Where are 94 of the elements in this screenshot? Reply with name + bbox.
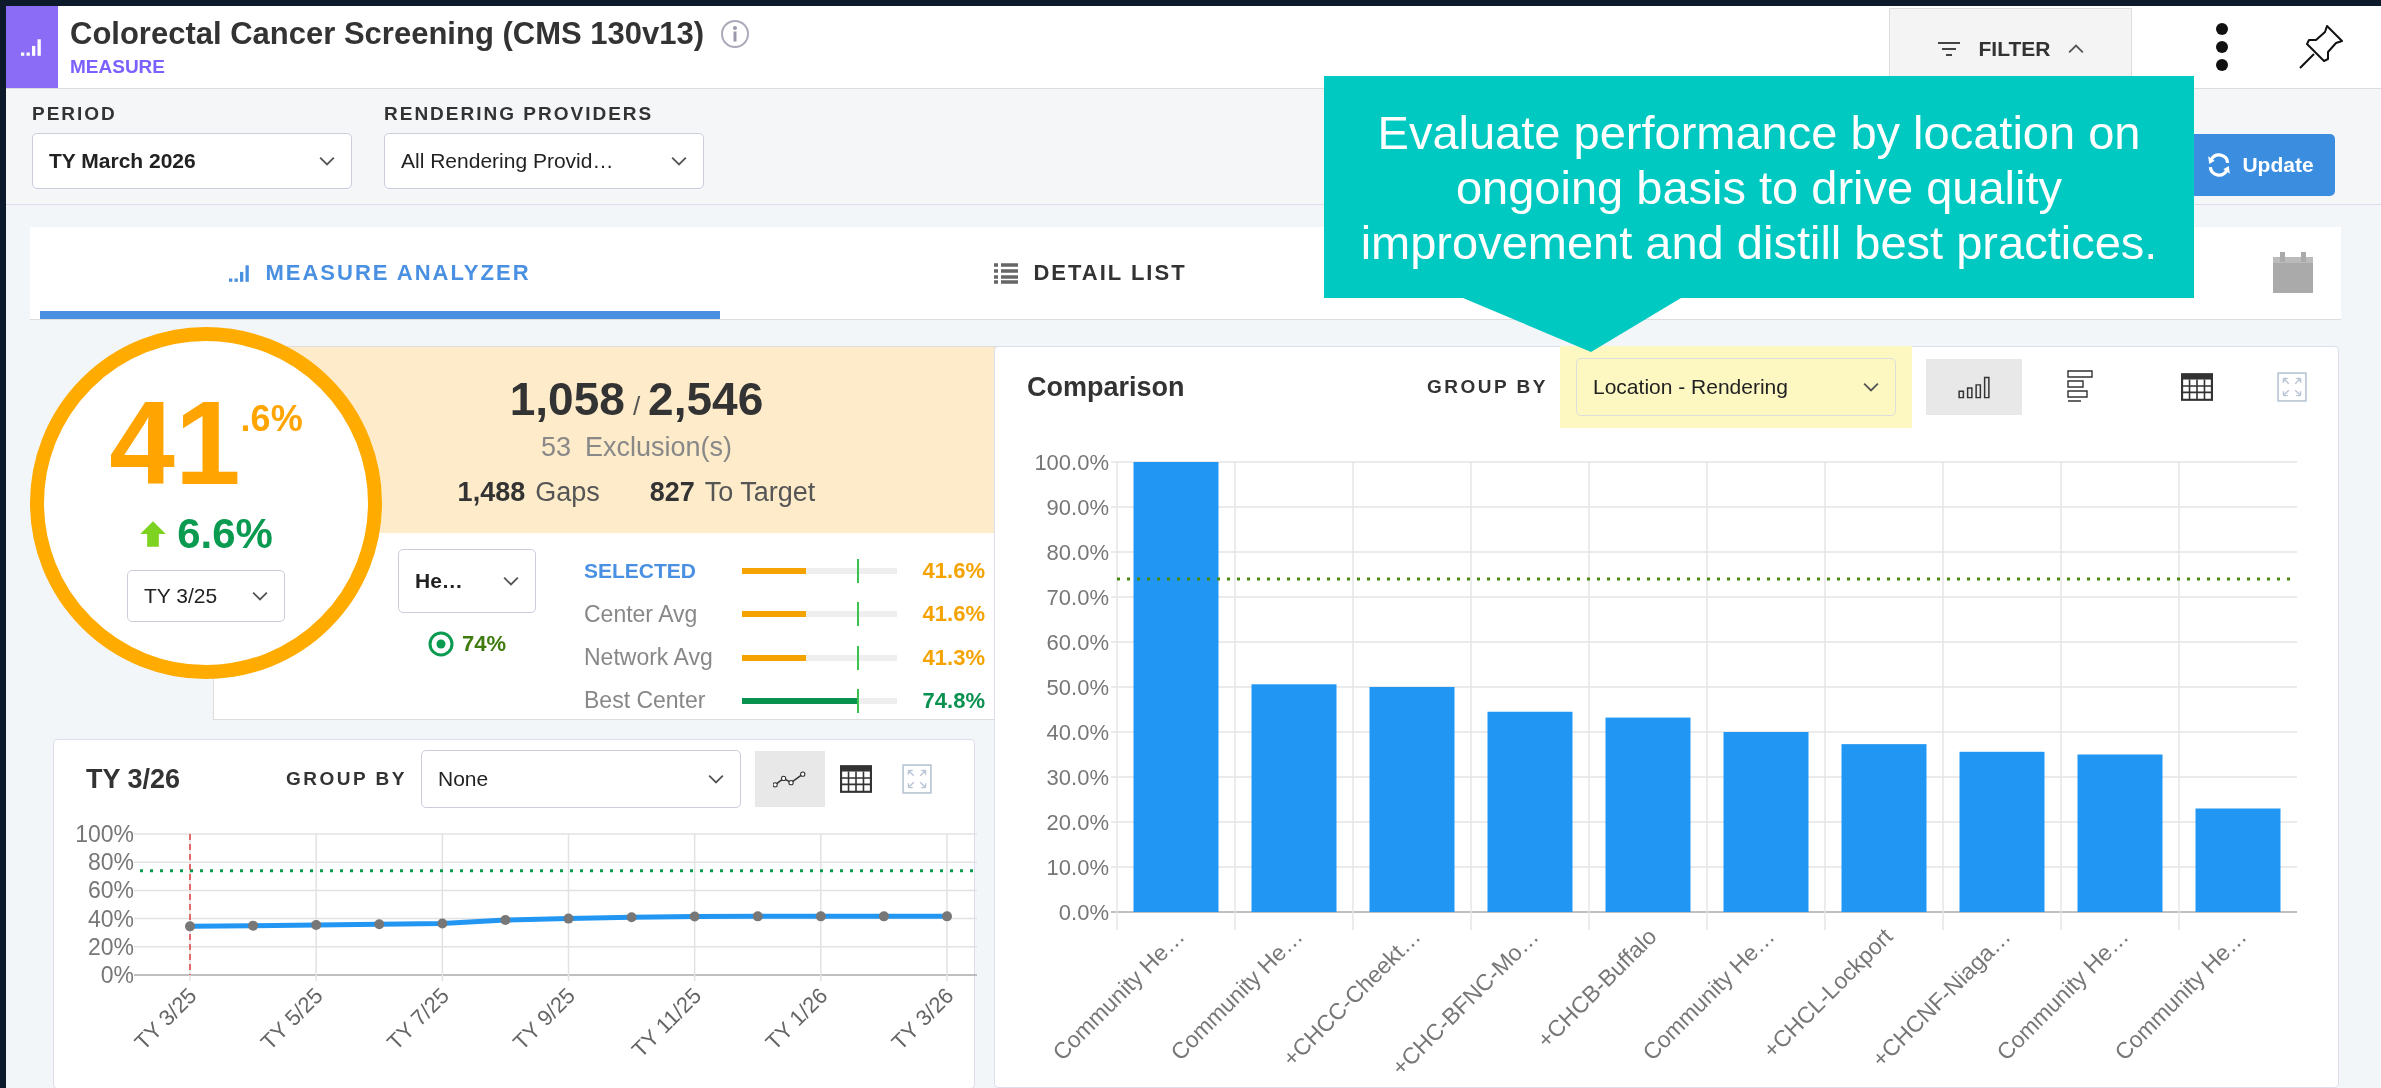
caret-icon (708, 774, 724, 784)
target-icon (427, 631, 454, 657)
signal-icon (21, 38, 43, 56)
refresh-icon (2206, 152, 2233, 178)
filter-label: RENDERING PROVIDERS (384, 103, 655, 125)
benchmark-value: 41.3% (921, 644, 985, 671)
arrow-up-icon (139, 520, 168, 548)
gaps-count: 1,488 (457, 477, 526, 508)
caret-icon (2068, 43, 2085, 54)
expand-icon (2277, 372, 2307, 402)
card-title: TY 3/26 (86, 763, 182, 795)
data-point (815, 911, 826, 922)
y-axis-label: 10.0% (1046, 855, 1109, 880)
group-by-dropdown[interactable]: Location - Rendering (1576, 358, 1896, 416)
data-point (878, 911, 889, 922)
card-title: Comparison (1027, 371, 1186, 403)
change-value: 6.6% (177, 510, 273, 558)
group-by-label: GROUP BY (1427, 376, 1548, 398)
numerator: 1,058 (509, 372, 625, 426)
y-axis-label: 30.0% (1046, 765, 1109, 790)
denominator: 2,546 (648, 372, 764, 426)
fraction-separator: / (632, 391, 641, 422)
data-point (626, 912, 637, 923)
y-axis-label: 50.0% (1046, 675, 1109, 700)
caret-icon (671, 156, 687, 166)
benchmark-value: 41.6% (921, 558, 985, 585)
period-dropdown[interactable]: TY 3/25 (127, 570, 285, 622)
target-value: 74% (461, 631, 506, 657)
filter-label: PERIOD (32, 103, 118, 125)
y-axis-label: 80.0% (1046, 540, 1109, 565)
exclusion-count: 53 (540, 432, 571, 463)
menu-icon[interactable] (2215, 22, 2229, 72)
table-icon (840, 765, 872, 793)
x-axis-label: TY 7/25 (382, 982, 454, 1055)
horizontal-bar-icon (2067, 370, 2093, 404)
group-by-label: GROUP BY (286, 768, 407, 790)
score-value: 41 (109, 384, 241, 502)
bar-chart-icon (1957, 375, 1991, 399)
benchmark-label: Center Avg (584, 600, 699, 628)
gaps-label: Gaps (535, 477, 600, 508)
data-point (563, 913, 574, 924)
page-title: Colorectal Cancer Screening (CMS 130v13) (70, 16, 705, 52)
filter-dropdown[interactable]: All Rendering Provid… (384, 133, 704, 189)
filter-dropdown[interactable]: TY March 2026 (32, 133, 352, 189)
filter-icon (1936, 40, 1961, 57)
y-axis-label: 20.0% (1046, 810, 1109, 835)
signal-icon (229, 263, 252, 282)
y-axis-label: 40.0% (1046, 720, 1109, 745)
exclusion-label: Exclusion(s) (585, 432, 733, 463)
caret-icon (503, 576, 519, 586)
to-target-count: 827 (649, 477, 695, 508)
expand-icon (902, 764, 932, 794)
benchmark-value: 74.8% (921, 687, 985, 714)
benchmark-value: 41.6% (921, 601, 985, 628)
page-subtitle: MEASURE (70, 56, 166, 78)
y-axis-label: 60.0% (1046, 630, 1109, 655)
benchmark-label: Best Center (584, 687, 707, 715)
data-point (500, 915, 511, 925)
score-decimal: .6% (240, 398, 303, 440)
data-point (942, 911, 952, 922)
table-icon (2181, 373, 2213, 401)
y-axis-label: 100.0% (1034, 450, 1109, 475)
group-by-dropdown[interactable]: None (421, 750, 741, 808)
data-point (185, 921, 195, 932)
data-point (752, 911, 763, 922)
info-icon[interactable] (720, 19, 751, 49)
y-axis-label: 70.0% (1046, 585, 1109, 610)
y-axis-label: 20% (87, 933, 134, 960)
benchmark-label: Network Avg (584, 644, 714, 672)
data-point (248, 920, 259, 931)
x-axis-label: TY 5/25 (255, 982, 328, 1055)
data-point (374, 919, 385, 930)
view-toggle[interactable] (755, 751, 825, 807)
y-axis-label: 0.0% (1058, 900, 1109, 925)
list-icon (993, 261, 1020, 284)
benchmark-label: SELECTED (584, 559, 697, 584)
y-axis-label: 100% (75, 821, 134, 847)
comparison-dropdown[interactable]: He… (398, 549, 536, 613)
x-axis-label: TY 9/25 (508, 982, 581, 1055)
caret-icon (319, 156, 335, 166)
data-point (311, 919, 322, 930)
pin-icon[interactable] (2297, 23, 2345, 71)
y-axis-label: 40% (87, 905, 134, 932)
to-target-label: To Target (704, 477, 816, 508)
caret-icon (252, 591, 268, 601)
line-chart-icon (773, 770, 807, 788)
x-axis-label: TY 3/26 (886, 982, 959, 1055)
caret-icon (1863, 382, 1879, 392)
y-axis-label: 90.0% (1046, 495, 1109, 520)
data-point (437, 918, 448, 929)
y-axis-label: 80% (87, 849, 134, 876)
data-point (689, 911, 700, 922)
view-toggle[interactable] (1926, 359, 2022, 415)
y-axis-label: 60% (87, 877, 134, 904)
